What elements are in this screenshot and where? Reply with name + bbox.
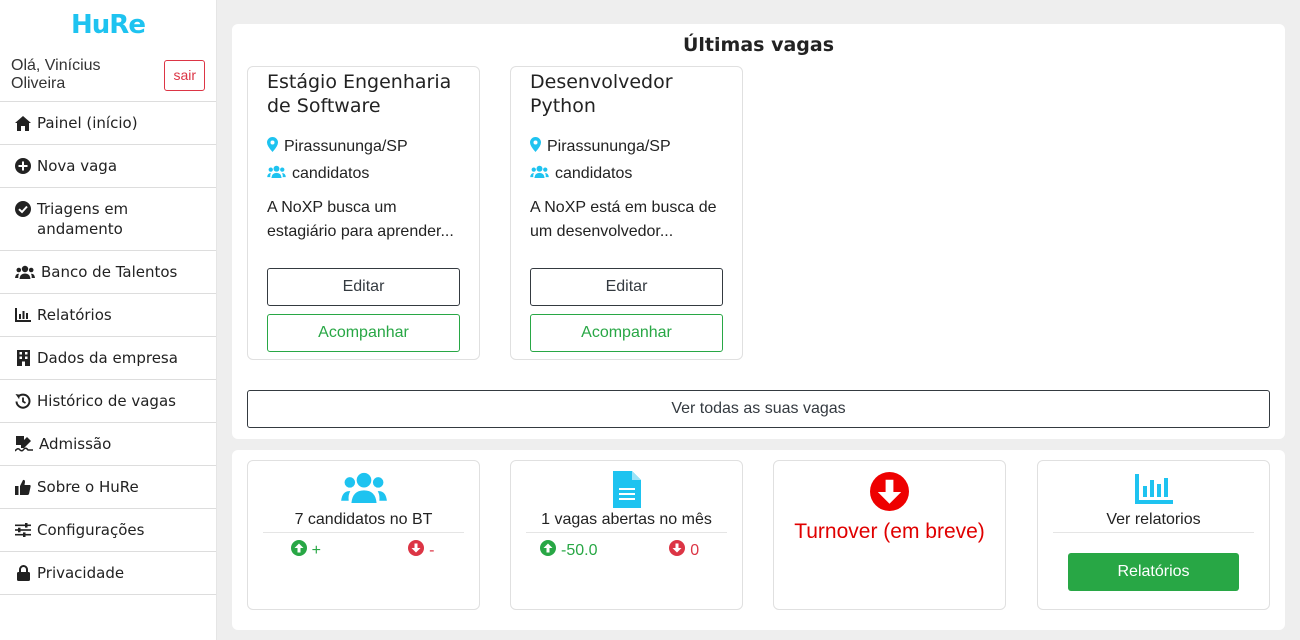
stat-label: 1 vagas abertas no mês	[526, 511, 727, 533]
stat-down: -	[364, 540, 480, 561]
latest-jobs-panel: Últimas vagas Estágio Engenharia de Soft…	[232, 24, 1285, 439]
arrow-up-circle-icon	[290, 540, 307, 561]
stat-trend-row: + -	[248, 540, 479, 561]
stat-up: -50.0	[511, 540, 627, 561]
job-description: A NoXP busca um estagiário para aprender…	[267, 199, 454, 240]
sidebar-item-label: Histórico de vagas	[37, 392, 176, 410]
stat-down-value: -	[429, 541, 435, 559]
job-candidates-text: candidatos	[292, 164, 370, 182]
app-logo[interactable]: HuRe	[0, 0, 216, 50]
arrow-down-circle-icon	[408, 540, 425, 561]
follow-job-button[interactable]: Acompanhar	[530, 314, 723, 352]
sidebar-item-sobre[interactable]: Sobre o HuRe	[0, 466, 216, 509]
reports-card: Ver relatorios Relatórios	[1037, 460, 1270, 610]
job-location-text: Pirassununga/SP	[547, 137, 671, 155]
stat-label: Ver relatorios	[1053, 511, 1254, 533]
follow-job-button[interactable]: Acompanhar	[267, 314, 460, 352]
job-title: Estágio Engenharia de Software	[267, 71, 452, 117]
job-location: Pirassununga/SP	[530, 133, 723, 160]
sidebar-item-privacidade[interactable]: Privacidade	[0, 552, 216, 595]
job-location: Pirassununga/SP	[267, 133, 460, 160]
stats-panel: 7 candidatos no BT + - 1 vagas abertas n…	[232, 450, 1285, 630]
sidebar-item-label: Triagens em andamento	[37, 200, 129, 238]
arrow-down-circle-icon	[669, 540, 686, 561]
view-all-jobs-button[interactable]: Ver todas as suas vagas	[247, 390, 1270, 428]
map-marker-icon	[530, 136, 541, 157]
edit-job-button[interactable]: Editar	[267, 268, 460, 306]
sidebar-item-admissao[interactable]: Admissão	[0, 423, 216, 466]
plus-circle-icon	[15, 156, 31, 176]
lock-icon	[15, 563, 31, 583]
home-icon	[15, 113, 31, 133]
sidebar-nav: Painel (início) Nova vaga Triagens em an…	[0, 101, 216, 595]
check-circle-icon	[15, 199, 31, 219]
job-candidates-text: candidatos	[555, 164, 633, 182]
open-jobs-card: 1 vagas abertas no mês -50.0 0	[510, 460, 743, 610]
job-card: Estágio Engenharia de Software Pirassunu…	[247, 66, 480, 360]
arrow-down-circle-icon	[774, 472, 1005, 511]
history-icon	[15, 391, 31, 411]
users-icon	[530, 165, 549, 183]
sidebar-item-label: Banco de Talentos	[41, 263, 178, 281]
sidebar-item-banco-talentos[interactable]: Banco de Talentos	[0, 251, 216, 294]
sidebar-item-nova-vaga[interactable]: Nova vaga	[0, 145, 216, 188]
stat-up: +	[248, 540, 364, 561]
sidebar-item-label: Dados da empresa	[37, 349, 178, 367]
edit-job-button[interactable]: Editar	[530, 268, 723, 306]
map-marker-icon	[267, 136, 278, 157]
sidebar-item-label: Configurações	[37, 521, 145, 539]
users-icon	[248, 471, 479, 503]
sidebar-item-dados-empresa[interactable]: Dados da empresa	[0, 337, 216, 380]
sidebar: HuRe Olá, Vinícius Oliveira sair Painel …	[0, 0, 217, 640]
logout-button[interactable]: sair	[164, 59, 205, 91]
building-icon	[15, 348, 31, 368]
stat-down-value: 0	[690, 541, 700, 559]
stat-label: 7 candidatos no BT	[263, 511, 464, 533]
thumbs-up-icon	[15, 477, 31, 497]
sidebar-item-configuracoes[interactable]: Configurações	[0, 509, 216, 552]
signature-icon	[15, 434, 33, 454]
turnover-label: Turnover (em breve)	[794, 520, 985, 543]
sidebar-item-label: Admissão	[39, 435, 112, 453]
panel-title: Últimas vagas	[682, 34, 835, 56]
sidebar-item-label: Sobre o HuRe	[37, 478, 139, 496]
sidebar-item-triagens[interactable]: Triagens em andamento	[0, 188, 216, 251]
talent-bank-card: 7 candidatos no BT + -	[247, 460, 480, 610]
stat-down: 0	[627, 540, 743, 561]
job-card: Desenvolvedor Python Pirassununga/SP can…	[510, 66, 743, 360]
sidebar-item-label: Privacidade	[37, 564, 125, 582]
sidebar-item-label: Relatórios	[37, 306, 112, 324]
sidebar-item-relatorios[interactable]: Relatórios	[0, 294, 216, 337]
job-description: A NoXP está em busca de um desenvolvedor…	[530, 199, 717, 240]
job-location-text: Pirassununga/SP	[284, 137, 408, 155]
user-greeting-row: Olá, Vinícius Oliveira sair	[0, 50, 216, 100]
stat-up-value: -50.0	[561, 541, 598, 559]
turnover-card: Turnover (em breve)	[773, 460, 1006, 610]
bar-chart-icon	[15, 305, 31, 325]
bar-chart-icon	[1038, 474, 1269, 504]
users-icon	[15, 262, 35, 282]
sidebar-item-label: Painel (início)	[37, 114, 138, 132]
reports-button[interactable]: Relatórios	[1068, 553, 1239, 591]
sidebar-item-historico[interactable]: Histórico de vagas	[0, 380, 216, 423]
user-greeting: Olá, Vinícius Oliveira	[11, 57, 101, 92]
sidebar-item-label: Nova vaga	[37, 157, 118, 175]
job-title: Desenvolvedor Python	[530, 71, 673, 117]
stat-trend-row: -50.0 0	[511, 540, 742, 561]
job-candidates: candidatos	[530, 160, 723, 187]
document-icon	[511, 471, 742, 508]
sidebar-item-painel[interactable]: Painel (início)	[0, 102, 216, 145]
arrow-up-circle-icon	[540, 540, 557, 561]
job-candidates: candidatos	[267, 160, 460, 187]
sliders-icon	[15, 520, 31, 540]
users-icon	[267, 165, 286, 183]
stat-up-value: +	[311, 541, 321, 559]
